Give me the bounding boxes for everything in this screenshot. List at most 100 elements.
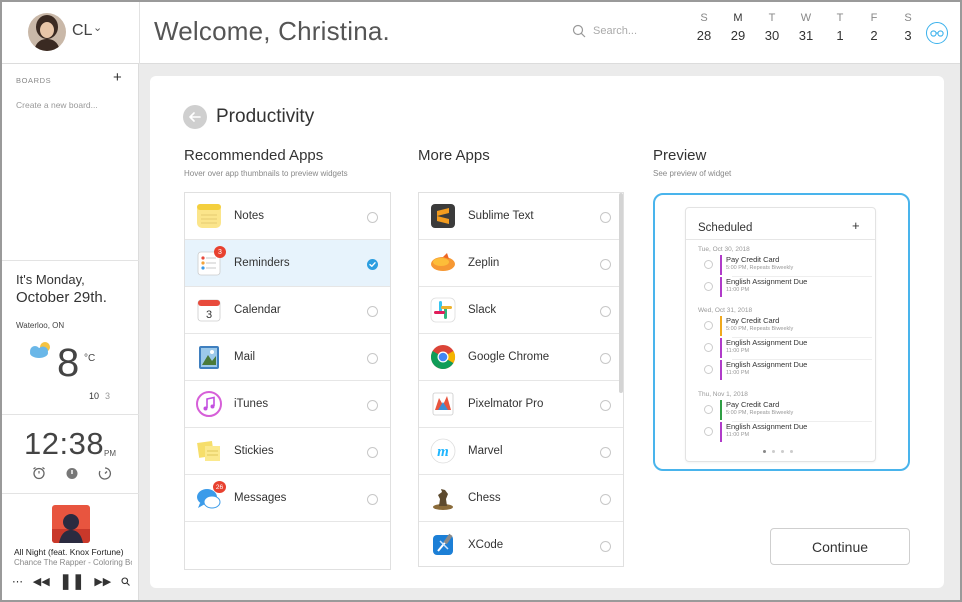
- app-select-radio[interactable]: [600, 212, 611, 223]
- reminder-name: English Assignment Due: [726, 277, 808, 286]
- week-day[interactable]: T1: [823, 12, 857, 43]
- preview-subtitle: See preview of widget: [653, 169, 732, 178]
- app-row-slack[interactable]: Slack: [419, 287, 623, 334]
- app-select-radio[interactable]: [600, 494, 611, 505]
- day-letter: W: [800, 12, 812, 24]
- app-row-messages[interactable]: 26 Messages: [185, 475, 390, 522]
- app-row-zeplin[interactable]: Zeplin: [419, 240, 623, 287]
- reminder-radio[interactable]: [704, 343, 713, 352]
- page-dot[interactable]: [790, 450, 793, 453]
- reminder-radio[interactable]: [704, 365, 713, 374]
- app-row-stickies[interactable]: Stickies: [185, 428, 390, 475]
- xcode-icon: [429, 531, 457, 559]
- week-day[interactable]: S3: [891, 12, 925, 43]
- album-art[interactable]: [52, 505, 90, 543]
- previous-icon[interactable]: ◀◀: [33, 575, 50, 588]
- itunes-icon: [195, 390, 223, 418]
- create-board-link[interactable]: Create a new board...: [16, 100, 98, 110]
- app-select-radio[interactable]: [367, 400, 378, 411]
- stickies-icon: [195, 437, 223, 465]
- app-select-radio[interactable]: [600, 541, 611, 552]
- back-button[interactable]: [183, 105, 207, 129]
- reminder-item[interactable]: Pay Credit Card 5:00 PM, Repeats Biweekl…: [698, 399, 874, 422]
- week-day[interactable]: S 28: [687, 12, 721, 43]
- svg-text:3: 3: [206, 309, 212, 321]
- app-select-radio[interactable]: [600, 259, 611, 270]
- day-letter: T: [836, 12, 844, 24]
- timer-icon[interactable]: [98, 466, 112, 480]
- group-date: Thu, Nov 1, 2018: [698, 391, 748, 398]
- app-row-xcode[interactable]: XCode: [419, 522, 623, 566]
- app-select-radio[interactable]: [367, 353, 378, 364]
- widget-add-button[interactable]: +: [852, 218, 860, 233]
- week-day[interactable]: F2: [857, 12, 891, 43]
- reminder-item[interactable]: Pay Credit Card 5:00 PM, Repeats Biweekl…: [698, 254, 874, 277]
- next-icon[interactable]: ▶▶: [94, 575, 111, 588]
- pixelmator-pro-icon: [429, 390, 457, 418]
- reminder-item[interactable]: English Assignment Due 11:00 PM: [698, 359, 874, 381]
- recommended-apps-subtitle: Hover over app thumbnails to preview wid…: [184, 169, 348, 178]
- pause-icon[interactable]: ❚❚: [59, 572, 84, 590]
- app-row-calendar[interactable]: 3 Calendar: [185, 287, 390, 334]
- user-initials[interactable]: CL: [72, 22, 92, 40]
- search-icon[interactable]: [121, 576, 130, 586]
- app-row-pixelmator-pro[interactable]: Pixelmator Pro: [419, 381, 623, 428]
- search-box[interactable]: [572, 24, 673, 38]
- app-select-radio[interactable]: [600, 306, 611, 317]
- week-day[interactable]: T 30: [755, 12, 789, 43]
- app-select-radio[interactable]: [367, 212, 378, 223]
- avatar[interactable]: [28, 13, 66, 51]
- reminder-item[interactable]: English Assignment Due 11:00 PM: [698, 421, 874, 443]
- scrollbar[interactable]: [619, 193, 623, 393]
- reminder-item[interactable]: Pay Credit Card 5:00 PM, Repeats Biweekl…: [698, 315, 874, 338]
- alarm-icon[interactable]: [32, 466, 46, 480]
- more-icon[interactable]: ⋯: [12, 575, 23, 588]
- reminder-radio[interactable]: [704, 405, 713, 414]
- week-day[interactable]: W 31: [789, 12, 823, 43]
- weather-location: Waterloo, ON: [16, 321, 65, 330]
- reminder-radio[interactable]: [704, 282, 713, 291]
- page-dot[interactable]: [763, 450, 766, 453]
- app-row-mail[interactable]: Mail: [185, 334, 390, 381]
- stopwatch-icon[interactable]: [65, 466, 79, 480]
- glasses-button[interactable]: [926, 22, 948, 44]
- app-row-sublime-text[interactable]: Sublime Text: [419, 193, 623, 240]
- continue-button[interactable]: Continue: [770, 528, 910, 565]
- reminder-radio[interactable]: [704, 321, 713, 330]
- app-select-radio[interactable]: [367, 447, 378, 458]
- preview-title: Preview: [653, 147, 707, 164]
- zeplin-icon: [429, 249, 457, 277]
- header-divider: [139, 2, 140, 64]
- reminder-name: English Assignment Due: [726, 338, 808, 347]
- sidebar: BOARDS + Create a new board... It's Mond…: [2, 64, 139, 600]
- app-row-itunes[interactable]: iTunes: [185, 381, 390, 428]
- app-select-radio[interactable]: [600, 353, 611, 364]
- page-dot[interactable]: [781, 450, 784, 453]
- notification-badge: 26: [213, 481, 226, 493]
- app-select-radio[interactable]: [600, 400, 611, 411]
- reminder-item[interactable]: English Assignment Due 11:00 PM: [698, 337, 874, 360]
- add-board-button[interactable]: +: [113, 69, 122, 86]
- page-dot[interactable]: [772, 450, 775, 453]
- app-row-google-chrome[interactable]: Google Chrome: [419, 334, 623, 381]
- clock-time: 12:38: [24, 426, 105, 461]
- app-select-radio[interactable]: [367, 494, 378, 505]
- app-select-radio[interactable]: [367, 306, 378, 317]
- reminder-radio[interactable]: [704, 260, 713, 269]
- app-row-chess[interactable]: Chess: [419, 475, 623, 522]
- reminder-radio[interactable]: [704, 427, 713, 436]
- app-select-radio[interactable]: [600, 447, 611, 458]
- google-chrome-icon: [429, 343, 457, 371]
- app-select-radio-checked[interactable]: [367, 259, 378, 270]
- app-row-marvel[interactable]: m Marvel: [419, 428, 623, 475]
- notification-badge: 3: [214, 246, 226, 258]
- search-input[interactable]: [593, 25, 673, 37]
- chevron-down-icon[interactable]: ⌄: [93, 21, 102, 34]
- reminder-meta: 11:00 PM: [726, 370, 750, 376]
- app-row-notes[interactable]: Notes: [185, 193, 390, 240]
- partly-cloudy-icon: [28, 340, 56, 365]
- week-day[interactable]: M 29: [721, 12, 755, 43]
- app-row-reminders[interactable]: 3 Reminders: [185, 240, 390, 287]
- reminder-item[interactable]: English Assignment Due 11:00 PM: [698, 276, 874, 298]
- day-number: 30: [764, 28, 780, 43]
